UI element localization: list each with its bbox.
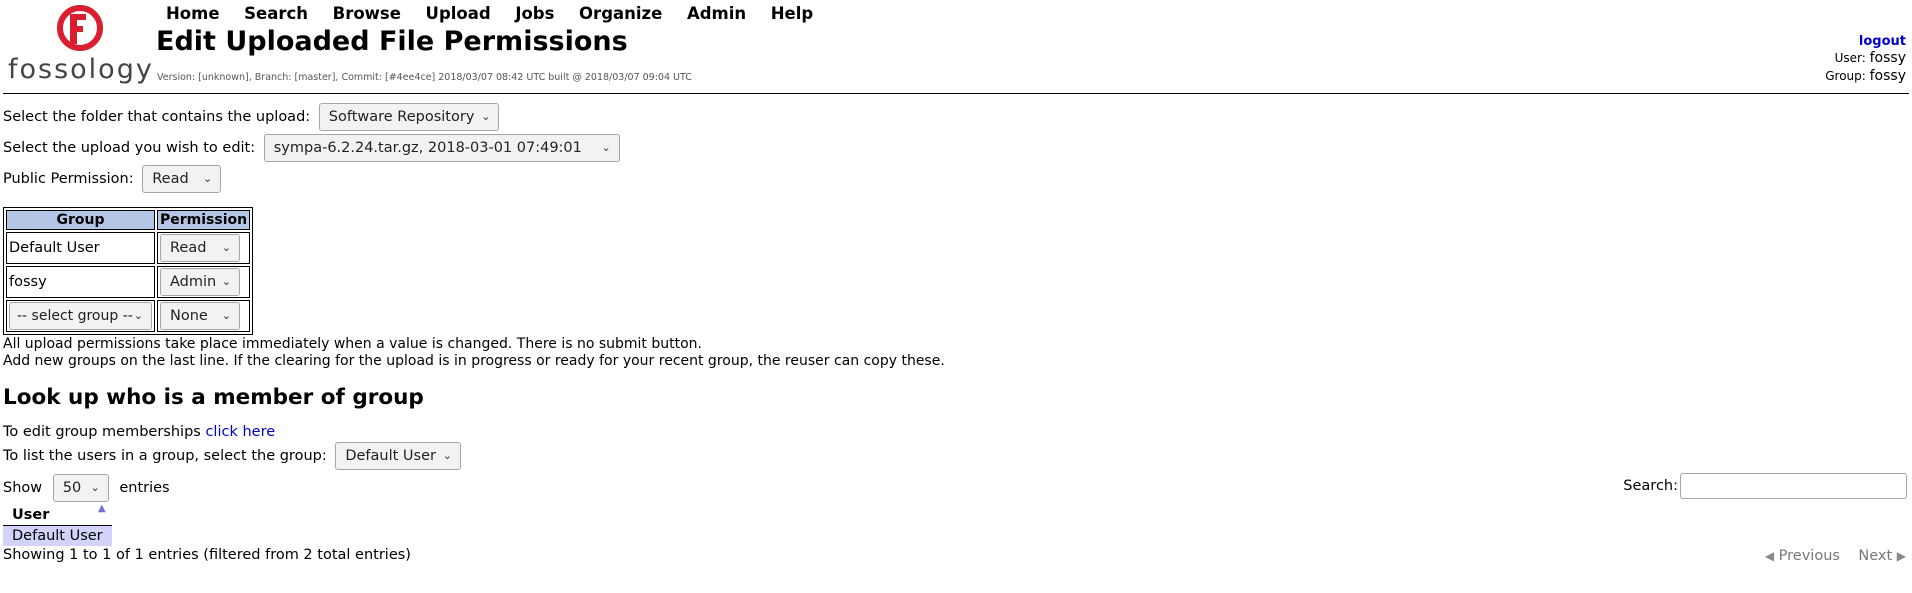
- public-permission-row: Public Permission: Read ⌄: [3, 165, 222, 193]
- search-label: Search:: [1623, 478, 1678, 494]
- user-value: fossy: [1869, 50, 1906, 66]
- next-arrow-icon: ▶: [1896, 549, 1906, 563]
- fossology-logo-icon: [57, 5, 103, 51]
- entries-value: 50: [62, 480, 82, 496]
- user-label: User:: [1834, 51, 1866, 65]
- folder-row: Select the folder that contains the uplo…: [3, 103, 500, 131]
- table-header-row: User ▲: [3, 503, 112, 526]
- new-group-value: -- select group --: [17, 308, 133, 324]
- menu-help[interactable]: Help: [771, 4, 813, 23]
- previous-label: Previous: [1778, 548, 1840, 564]
- upload-row: Select the upload you wish to edit: symp…: [3, 134, 620, 162]
- list-users-label: To list the users in a group, select the…: [3, 448, 327, 464]
- upload-select[interactable]: sympa-6.2.24.tar.gz, 2018-03-01 07:49:01…: [263, 134, 620, 162]
- table-header-row: Group Permission: [6, 210, 251, 230]
- click-here-link[interactable]: click here: [205, 424, 275, 440]
- folder-select-value: Software Repository: [328, 109, 475, 125]
- chevron-down-icon: ⌄: [442, 449, 452, 462]
- group-select-cell: -- select group -- ⌄: [6, 300, 155, 332]
- chevron-down-icon: ⌄: [221, 241, 231, 254]
- next-label: Next: [1858, 548, 1893, 564]
- menu-browse[interactable]: Browse: [333, 4, 401, 23]
- chevron-down-icon: ⌄: [203, 172, 213, 185]
- table-row: Default User: [3, 525, 112, 546]
- user-column-label: User: [12, 507, 50, 523]
- permission-value: None: [170, 308, 208, 324]
- previous-arrow-icon: ◀: [1764, 549, 1775, 563]
- show-label: Show: [3, 480, 43, 496]
- permission-cell: Read ⌄: [157, 232, 251, 264]
- permission-select[interactable]: Read ⌄: [160, 234, 240, 262]
- table-row: fossy Admin ⌄: [6, 266, 251, 298]
- chevron-down-icon: ⌄: [481, 110, 491, 123]
- current-group: Group: fossy: [1825, 68, 1906, 84]
- edit-membership-row: To edit group memberships click here: [3, 424, 275, 440]
- chevron-down-icon: ⌄: [133, 309, 143, 322]
- sort-asc-icon: ▲: [97, 503, 106, 514]
- new-group-select[interactable]: -- select group -- ⌄: [9, 302, 152, 330]
- permission-value: Admin: [170, 274, 217, 290]
- folder-label: Select the folder that contains the uplo…: [3, 109, 311, 125]
- menu-upload[interactable]: Upload: [426, 4, 491, 23]
- show-entries-row: Show 50 ⌄ entries: [3, 474, 170, 502]
- permission-cell: Admin ⌄: [157, 266, 251, 298]
- menu-home[interactable]: Home: [166, 4, 220, 23]
- next-button[interactable]: Next ▶: [1858, 548, 1906, 564]
- add-group-note: Add new groups on the last line. If the …: [3, 353, 945, 369]
- permission-column-header: Permission: [157, 210, 251, 230]
- public-permission-select[interactable]: Read ⌄: [142, 165, 222, 193]
- list-users-row: To list the users in a group, select the…: [3, 442, 461, 470]
- chevron-down-icon: ⌄: [221, 275, 231, 288]
- menu-organize[interactable]: Organize: [579, 4, 662, 23]
- permission-select[interactable]: Admin ⌄: [160, 268, 240, 296]
- page-title: Edit Uploaded File Permissions: [156, 26, 628, 57]
- user-cell: Default User: [3, 525, 112, 546]
- version-info: Version: [unknown], Branch: [master], Co…: [157, 72, 692, 83]
- group-column-header: Group: [6, 210, 155, 230]
- logout-link[interactable]: logout: [1859, 34, 1906, 49]
- permission-note: All upload permissions take place immedi…: [3, 336, 702, 352]
- table-row: -- select group -- ⌄ None ⌄: [6, 300, 251, 332]
- user-column-header[interactable]: User ▲: [3, 503, 112, 526]
- edit-membership-text: To edit group memberships: [3, 424, 201, 440]
- table-info: Showing 1 to 1 of 1 entries (filtered fr…: [3, 547, 411, 563]
- group-value: fossy: [1869, 68, 1906, 84]
- chevron-down-icon: ⌄: [90, 481, 100, 494]
- entries-label: entries: [119, 480, 170, 496]
- upload-select-value: sympa-6.2.24.tar.gz, 2018-03-01 07:49:01: [273, 140, 582, 156]
- public-permission-label: Public Permission:: [3, 171, 134, 187]
- upload-label: Select the upload you wish to edit:: [3, 140, 256, 156]
- table-row: Default User Read ⌄: [6, 232, 251, 264]
- current-user: User: fossy: [1835, 50, 1906, 66]
- menu-search[interactable]: Search: [244, 4, 308, 23]
- chevron-down-icon: ⌄: [601, 141, 611, 154]
- entries-select[interactable]: 50 ⌄: [52, 474, 109, 502]
- pagination: ◀ Previous Next ▶: [1765, 548, 1906, 564]
- group-label: Group:: [1825, 69, 1866, 83]
- group-permission-table: Group Permission Default User Read ⌄ fos…: [3, 207, 254, 335]
- main-menu: Home Search Browse Upload Jobs Organize …: [166, 4, 833, 23]
- public-permission-value: Read: [152, 171, 189, 187]
- fossology-logo[interactable]: fossology: [8, 4, 152, 85]
- previous-button[interactable]: ◀ Previous: [1765, 548, 1845, 564]
- users-table: User ▲ Default User: [3, 503, 112, 546]
- lookup-title: Look up who is a member of group: [3, 385, 424, 410]
- header-divider: [3, 93, 1909, 94]
- group-lookup-select[interactable]: Default User ⌄: [335, 442, 461, 470]
- permission-value: Read: [170, 240, 207, 256]
- menu-jobs[interactable]: Jobs: [515, 4, 554, 23]
- permission-select[interactable]: None ⌄: [160, 302, 240, 330]
- search-input[interactable]: [1680, 473, 1907, 499]
- menu-admin[interactable]: Admin: [687, 4, 746, 23]
- permission-cell: None ⌄: [157, 300, 251, 332]
- chevron-down-icon: ⌄: [221, 309, 231, 322]
- group-lookup-value: Default User: [345, 448, 436, 464]
- folder-select[interactable]: Software Repository ⌄: [318, 103, 500, 131]
- logo-text: fossology: [8, 54, 154, 85]
- group-name: fossy: [6, 266, 155, 298]
- group-name: Default User: [6, 232, 155, 264]
